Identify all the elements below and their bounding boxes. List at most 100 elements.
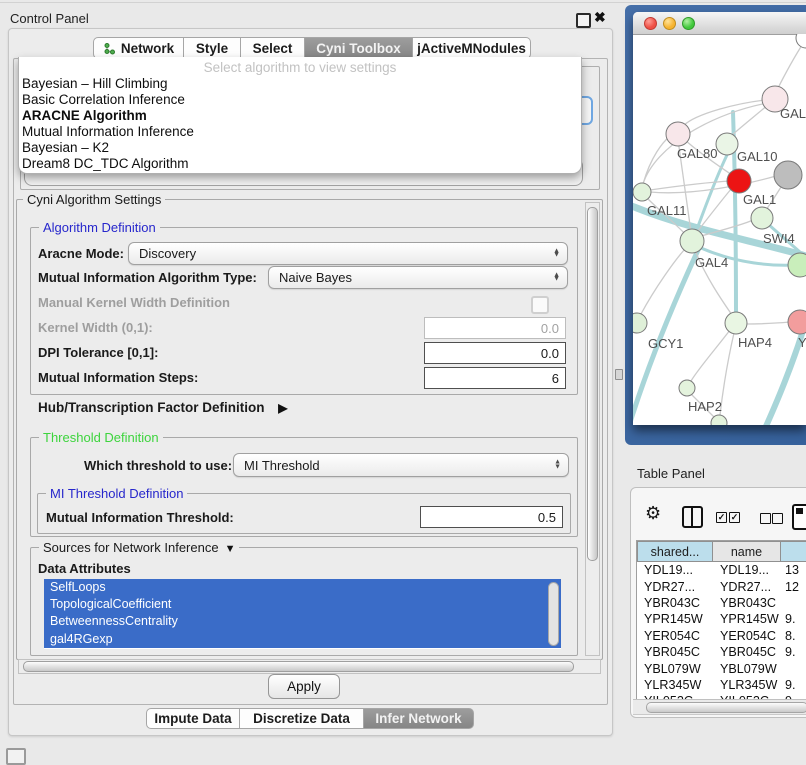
column-header[interactable]: shared... [637, 541, 713, 562]
table-cell[interactable]: 12 [781, 580, 806, 594]
table-row[interactable]: YBR043CYBR043C [637, 595, 806, 611]
manual-kernel-checkbox[interactable] [531, 296, 549, 314]
table-cell[interactable]: YDL19... [713, 563, 781, 577]
table-row[interactable]: YLR345WYLR345W9. [637, 677, 806, 693]
spinner-arrows-icon[interactable]: ▲▼ [553, 273, 560, 282]
data-attribute-item[interactable]: gal4RGexp [44, 631, 561, 648]
table-cell[interactable]: YBR043C [637, 596, 713, 610]
hub-transcription-factor-section[interactable]: Hub/Transcription Factor Definition ▶ [38, 400, 288, 415]
settings-hscroll-thumb[interactable] [23, 661, 574, 672]
mi-algorithm-type-combo[interactable]: Naive Bayes ▲▼ [268, 266, 568, 289]
table-cell[interactable]: YBL079W [637, 662, 713, 676]
network-node[interactable] [751, 207, 773, 229]
column-header[interactable]: A [781, 541, 806, 562]
network-edge[interactable] [776, 42, 804, 92]
network-canvas[interactable]: GALGAL80GAL10GAL1GAL11SWI4GAL4GCY1HAP4YH… [633, 34, 806, 425]
table-row[interactable]: YDR27...YDR27...12 [637, 578, 806, 594]
settings-vertical-scrollbar[interactable] [585, 202, 600, 656]
column-header[interactable]: name [713, 541, 781, 562]
table-cell[interactable]: YLR345W [637, 678, 713, 692]
table-cell[interactable]: YDL19... [637, 563, 713, 577]
splitter-grip[interactable] [615, 369, 623, 380]
network-node[interactable] [788, 310, 806, 334]
table-cell[interactable]: YBR043C [713, 596, 781, 610]
data-attribute-item[interactable]: TopologicalCoefficient [44, 596, 561, 613]
which-threshold-combo[interactable]: MI Threshold ▲▼ [233, 453, 569, 477]
network-node[interactable] [788, 253, 806, 277]
network-node[interactable] [679, 380, 695, 396]
table-cell[interactable]: YPR145W [637, 612, 713, 626]
network-edge[interactable] [683, 99, 775, 126]
network-window-titlebar[interactable] [633, 12, 806, 35]
zoom-traffic-light-icon[interactable] [682, 17, 695, 30]
algorithm-option[interactable]: Dream8 DC_TDC Algorithm [19, 156, 581, 172]
network-edge[interactable] [697, 188, 732, 232]
close-icon[interactable]: ✖ [594, 9, 606, 26]
mi-threshold-field[interactable]: 0.5 [420, 506, 563, 528]
table-cell[interactable]: YER054C [713, 629, 781, 643]
close-traffic-light-icon[interactable] [644, 17, 657, 30]
select-all-check-icon[interactable]: ✓ [729, 512, 740, 523]
mi-steps-field[interactable]: 6 [424, 367, 566, 389]
aracne-mode-combo[interactable]: Discovery ▲▼ [128, 242, 568, 265]
network-edge[interactable] [746, 322, 790, 324]
network-node[interactable] [633, 313, 647, 333]
data-attribute-item[interactable]: BetweennessCentrality [44, 613, 561, 630]
spinner-arrows-icon[interactable]: ▲▼ [553, 249, 560, 258]
table-cell[interactable]: YPR145W [713, 612, 781, 626]
table-row[interactable]: YBL079WYBL079W [637, 660, 806, 676]
tab-network[interactable]: Network [93, 37, 184, 59]
algorithm-option[interactable]: Mutual Information Inference [19, 124, 581, 140]
table-cell[interactable]: YBL079W [713, 662, 781, 676]
network-node[interactable] [796, 34, 806, 48]
tab-select[interactable]: Select [241, 37, 305, 59]
column-selector-icon[interactable] [682, 506, 703, 528]
data-attribute-item[interactable]: SelfLoops [44, 579, 561, 596]
network-node[interactable] [727, 169, 751, 193]
network-node[interactable] [774, 161, 802, 189]
table-cell[interactable]: 13 [781, 563, 806, 577]
network-edge[interactable] [720, 333, 734, 415]
table-row[interactable]: YDL19...YDL19...13 [637, 562, 806, 578]
network-node[interactable] [725, 312, 747, 334]
network-node[interactable] [633, 183, 651, 201]
deselect-check-icon[interactable] [760, 513, 771, 524]
deselect-check-icon[interactable] [772, 513, 783, 524]
network-edge[interactable] [691, 330, 730, 381]
table-row[interactable]: YBR045CYBR045C9. [637, 644, 806, 660]
network-node[interactable] [680, 229, 704, 253]
table-cell[interactable]: YBR045C [713, 645, 781, 659]
table-row[interactable]: YPR145WYPR145W9. [637, 611, 806, 627]
gear-icon[interactable]: ⚙ [645, 503, 661, 524]
expand-right-icon[interactable]: ▶ [278, 401, 287, 415]
network-edge[interactable] [695, 155, 727, 234]
table-hscroll-thumb[interactable] [646, 702, 806, 713]
tab-infer-network[interactable]: Infer Network [364, 708, 474, 729]
apply-button[interactable]: Apply [268, 674, 340, 699]
table-cell[interactable]: YDR27... [713, 580, 781, 594]
dpi-tolerance-field[interactable]: 0.0 [424, 342, 566, 364]
network-node[interactable] [716, 133, 738, 155]
table-document-icon[interactable] [792, 504, 806, 530]
table-cell[interactable]: 9. [781, 678, 806, 692]
select-all-check-icon[interactable]: ✓ [716, 512, 727, 523]
algorithm-option[interactable]: Basic Correlation Inference [19, 92, 581, 108]
list-scrollbar-thumb[interactable] [548, 582, 559, 646]
tab-cyni-toolbox[interactable]: Cyni Toolbox [305, 37, 413, 59]
table-cell[interactable]: YLR345W [713, 678, 781, 692]
settings-horizontal-scrollbar[interactable] [18, 659, 601, 674]
tab-impute-data[interactable]: Impute Data [146, 708, 240, 729]
table-cell[interactable]: 9. [781, 645, 806, 659]
float-window-icon[interactable] [576, 13, 591, 28]
table-cell[interactable]: YER054C [637, 629, 713, 643]
algorithm-option[interactable]: ARACNE Algorithm [19, 108, 581, 124]
table-horizontal-scrollbar[interactable] [633, 699, 806, 715]
table-cell[interactable]: YDR27... [637, 580, 713, 594]
table-row[interactable]: YER054CYER054C8. [637, 628, 806, 644]
tab-discretize-data[interactable]: Discretize Data [240, 708, 364, 729]
collapse-down-icon[interactable]: ▼ [225, 542, 236, 557]
network-node[interactable] [666, 122, 690, 146]
network-edge[interactable] [641, 249, 685, 314]
tab-jactivemnodules[interactable]: jActiveMNodules [413, 37, 531, 59]
algorithm-option[interactable]: Bayesian – K2 [19, 140, 581, 156]
